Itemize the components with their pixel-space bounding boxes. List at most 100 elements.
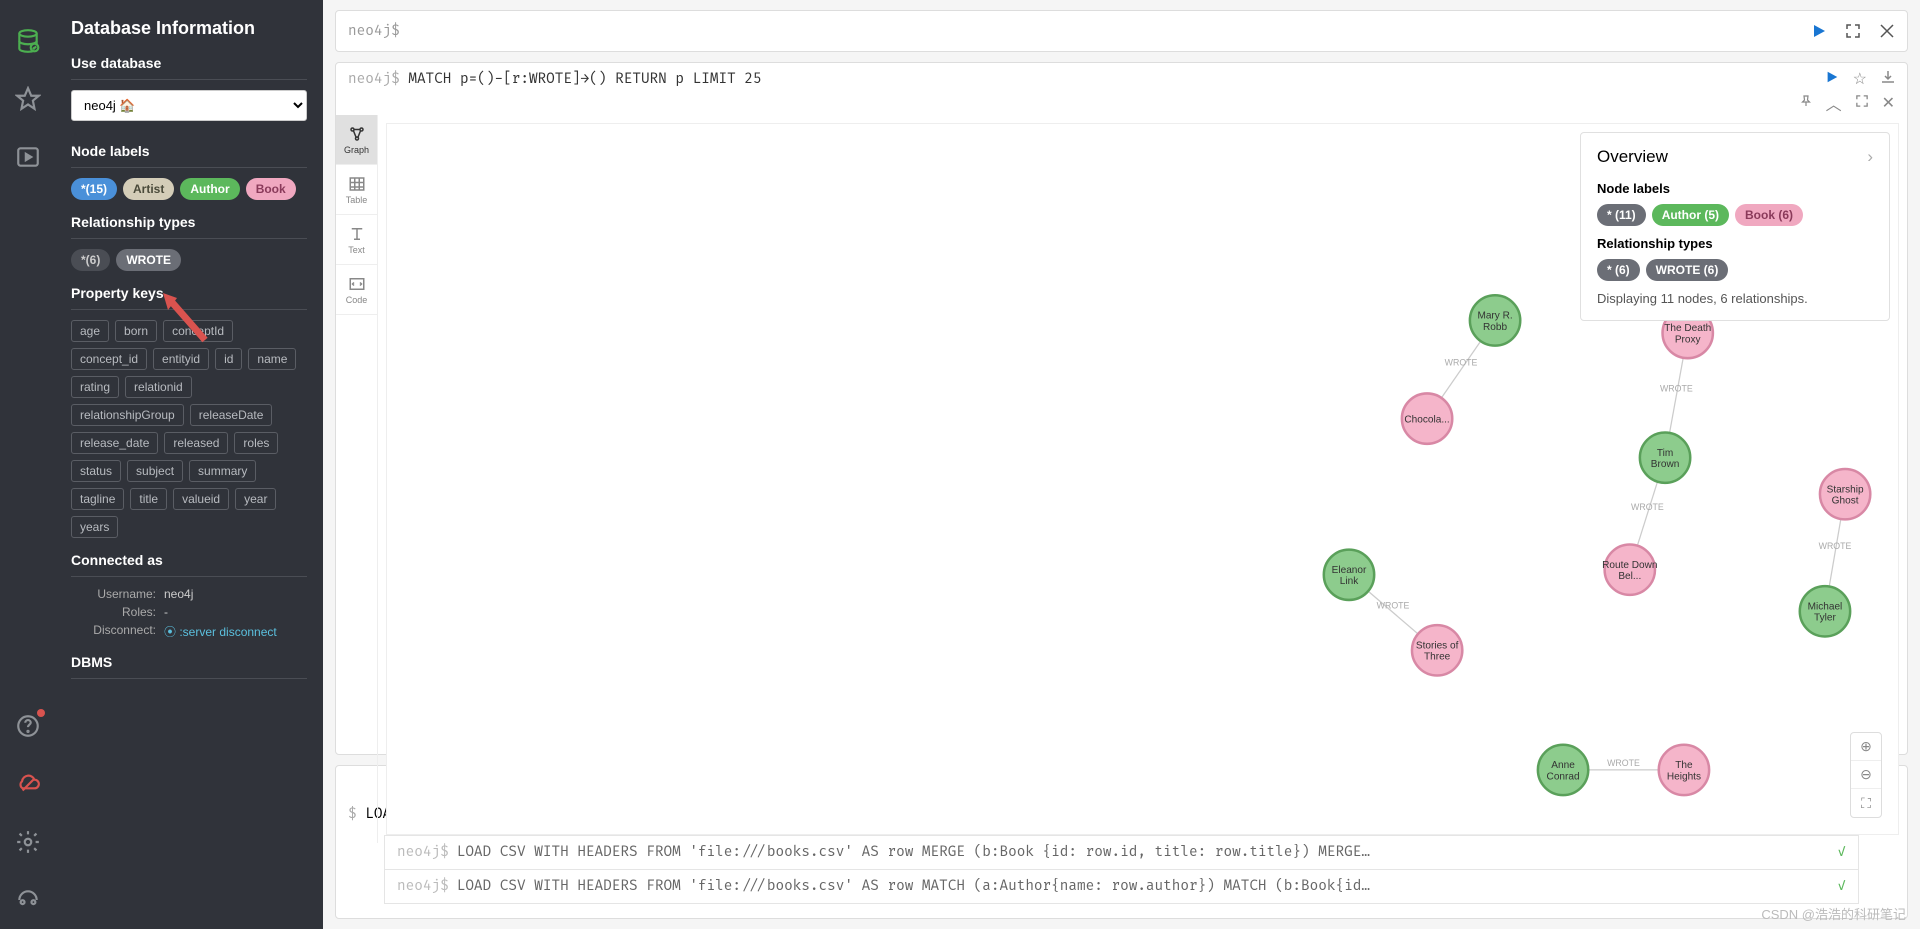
- graph-node[interactable]: EleanorLink: [1324, 550, 1374, 600]
- prop-key-name[interactable]: name: [248, 348, 296, 370]
- svg-text:WROTE: WROTE: [1660, 384, 1693, 394]
- prop-key-years[interactable]: years: [71, 516, 118, 538]
- view-tabs: Graph Table Text Code: [336, 115, 378, 843]
- graph-node[interactable]: Mary R.Robb: [1470, 295, 1520, 345]
- prop-key-release_date[interactable]: release_date: [71, 432, 158, 454]
- database-select[interactable]: neo4j 🏠: [71, 90, 307, 121]
- username-label: Username:: [71, 587, 156, 601]
- graph-node[interactable]: MichaelTyler: [1800, 586, 1850, 636]
- prop-key-tagline[interactable]: tagline: [71, 488, 124, 510]
- prop-key-title[interactable]: title: [130, 488, 167, 510]
- ov-label-book[interactable]: Book (6): [1735, 204, 1803, 226]
- graph-node[interactable]: StarshipGhost: [1820, 469, 1870, 519]
- label-artist[interactable]: Artist: [123, 178, 174, 200]
- tab-code[interactable]: Code: [336, 265, 377, 315]
- zoom-controls: ⊕ ⊖ ⛶: [1850, 732, 1882, 818]
- star-icon[interactable]: [13, 84, 43, 114]
- label-all[interactable]: *(15): [71, 178, 117, 200]
- collapse-button[interactable]: ︿: [1826, 91, 1842, 115]
- ov-label-all[interactable]: * (11): [1597, 204, 1646, 226]
- graph-canvas[interactable]: WROTEWROTEWROTEWROTEWROTEWROTEMary R.Rob…: [386, 123, 1899, 835]
- editor-prompt: neo4j$: [348, 23, 400, 40]
- svg-text:WROTE: WROTE: [1631, 502, 1664, 512]
- result-query: neo4j$ MATCH p=()-[r:WROTE]→() RETURN p …: [348, 71, 1815, 88]
- overview-title: Overview: [1597, 147, 1668, 167]
- dbms-heading: DBMS: [71, 654, 307, 679]
- prop-key-status[interactable]: status: [71, 460, 121, 482]
- tab-graph[interactable]: Graph: [336, 115, 377, 165]
- export-button[interactable]: [1881, 70, 1895, 89]
- help-icon[interactable]: [13, 711, 43, 741]
- icon-rail: [0, 0, 55, 929]
- check-icon: ✓: [1837, 878, 1846, 895]
- label-book[interactable]: Book: [246, 178, 296, 200]
- ov-node-labels-heading: Node labels: [1597, 181, 1873, 196]
- check-icon: ✓: [1837, 844, 1846, 861]
- prop-key-relationid[interactable]: relationid: [125, 376, 192, 398]
- zoom-fit-button[interactable]: ⛶: [1851, 789, 1881, 817]
- prop-keys-heading: Property keys: [71, 285, 307, 310]
- graph-node[interactable]: Stories ofThree: [1412, 625, 1462, 675]
- overview-collapse-icon[interactable]: ›: [1867, 147, 1873, 167]
- overview-panel: Overview› Node labels * (11) Author (5) …: [1580, 132, 1890, 321]
- prop-key-age[interactable]: age: [71, 320, 109, 342]
- main-area: neo4j$ neo4j$ MATCH p=()-[r:WROTE]→() RE…: [323, 0, 1920, 929]
- graph-node[interactable]: TimBrown: [1640, 432, 1690, 482]
- prop-key-conceptId[interactable]: conceptId: [163, 320, 233, 342]
- close-frame-button[interactable]: ✕: [1882, 93, 1895, 113]
- expand-button[interactable]: [1856, 94, 1868, 112]
- graph-node[interactable]: Chocola...: [1402, 393, 1452, 443]
- graph-node[interactable]: TheHeights: [1659, 745, 1709, 795]
- roles-value: -: [164, 605, 168, 619]
- close-button[interactable]: [1879, 23, 1895, 39]
- prop-key-relationshipGroup[interactable]: relationshipGroup: [71, 404, 184, 426]
- tab-text[interactable]: Text: [336, 215, 377, 265]
- node-labels-heading: Node labels: [71, 143, 307, 168]
- ov-rel-heading: Relationship types: [1597, 236, 1873, 251]
- pin-button[interactable]: [1800, 94, 1812, 112]
- prop-key-subject[interactable]: subject: [127, 460, 183, 482]
- roles-label: Roles:: [71, 605, 156, 619]
- prop-key-year[interactable]: year: [235, 488, 276, 510]
- prop-key-id[interactable]: id: [215, 348, 242, 370]
- prop-key-valueid[interactable]: valueid: [173, 488, 229, 510]
- zoom-in-button[interactable]: ⊕: [1851, 733, 1881, 761]
- svg-text:WROTE: WROTE: [1819, 541, 1852, 551]
- ov-label-author[interactable]: Author (5): [1652, 204, 1729, 226]
- prop-key-releaseDate[interactable]: releaseDate: [190, 404, 273, 426]
- rerun-button[interactable]: [1825, 70, 1839, 89]
- disconnect-link[interactable]: ⦿ :server disconnect: [164, 625, 277, 639]
- prop-key-concept_id[interactable]: concept_id: [71, 348, 147, 370]
- rel-all[interactable]: *(6): [71, 249, 110, 271]
- prop-key-released[interactable]: released: [164, 432, 228, 454]
- svg-text:WROTE: WROTE: [1445, 358, 1478, 368]
- database-icon[interactable]: [13, 26, 43, 56]
- disconnect-label: Disconnect:: [71, 623, 156, 640]
- settings-icon[interactable]: [13, 827, 43, 857]
- query-editor[interactable]: neo4j$: [335, 10, 1908, 52]
- favorite-button[interactable]: ☆: [1853, 69, 1867, 89]
- graph-node[interactable]: Route DownBel...: [1602, 545, 1657, 595]
- use-db-heading: Use database: [71, 55, 307, 80]
- graph-node[interactable]: AnneConrad: [1538, 745, 1588, 795]
- prop-key-entityid[interactable]: entityid: [153, 348, 209, 370]
- run-button[interactable]: [1811, 23, 1827, 39]
- fullscreen-button[interactable]: [1845, 23, 1861, 39]
- ov-rel-wrote[interactable]: WROTE (6): [1646, 259, 1729, 281]
- prop-key-rating[interactable]: rating: [71, 376, 119, 398]
- play-frame-icon[interactable]: [13, 142, 43, 172]
- svg-text:WROTE: WROTE: [1377, 601, 1410, 611]
- overview-summary: Displaying 11 nodes, 6 relationships.: [1597, 291, 1873, 306]
- prop-key-roles[interactable]: roles: [234, 432, 278, 454]
- rel-wrote[interactable]: WROTE: [116, 249, 181, 271]
- zoom-out-button[interactable]: ⊖: [1851, 761, 1881, 789]
- label-author[interactable]: Author: [180, 178, 239, 200]
- about-icon[interactable]: [13, 885, 43, 915]
- result-frame: neo4j$ MATCH p=()-[r:WROTE]→() RETURN p …: [335, 62, 1908, 755]
- tab-table[interactable]: Table: [336, 165, 377, 215]
- prop-key-born[interactable]: born: [115, 320, 157, 342]
- ov-rel-all[interactable]: * (6): [1597, 259, 1640, 281]
- prop-key-summary[interactable]: summary: [189, 460, 256, 482]
- history-row[interactable]: neo4j$LOAD CSV WITH HEADERS FROM 'file:/…: [384, 869, 1859, 904]
- cloud-warn-icon[interactable]: [13, 769, 43, 799]
